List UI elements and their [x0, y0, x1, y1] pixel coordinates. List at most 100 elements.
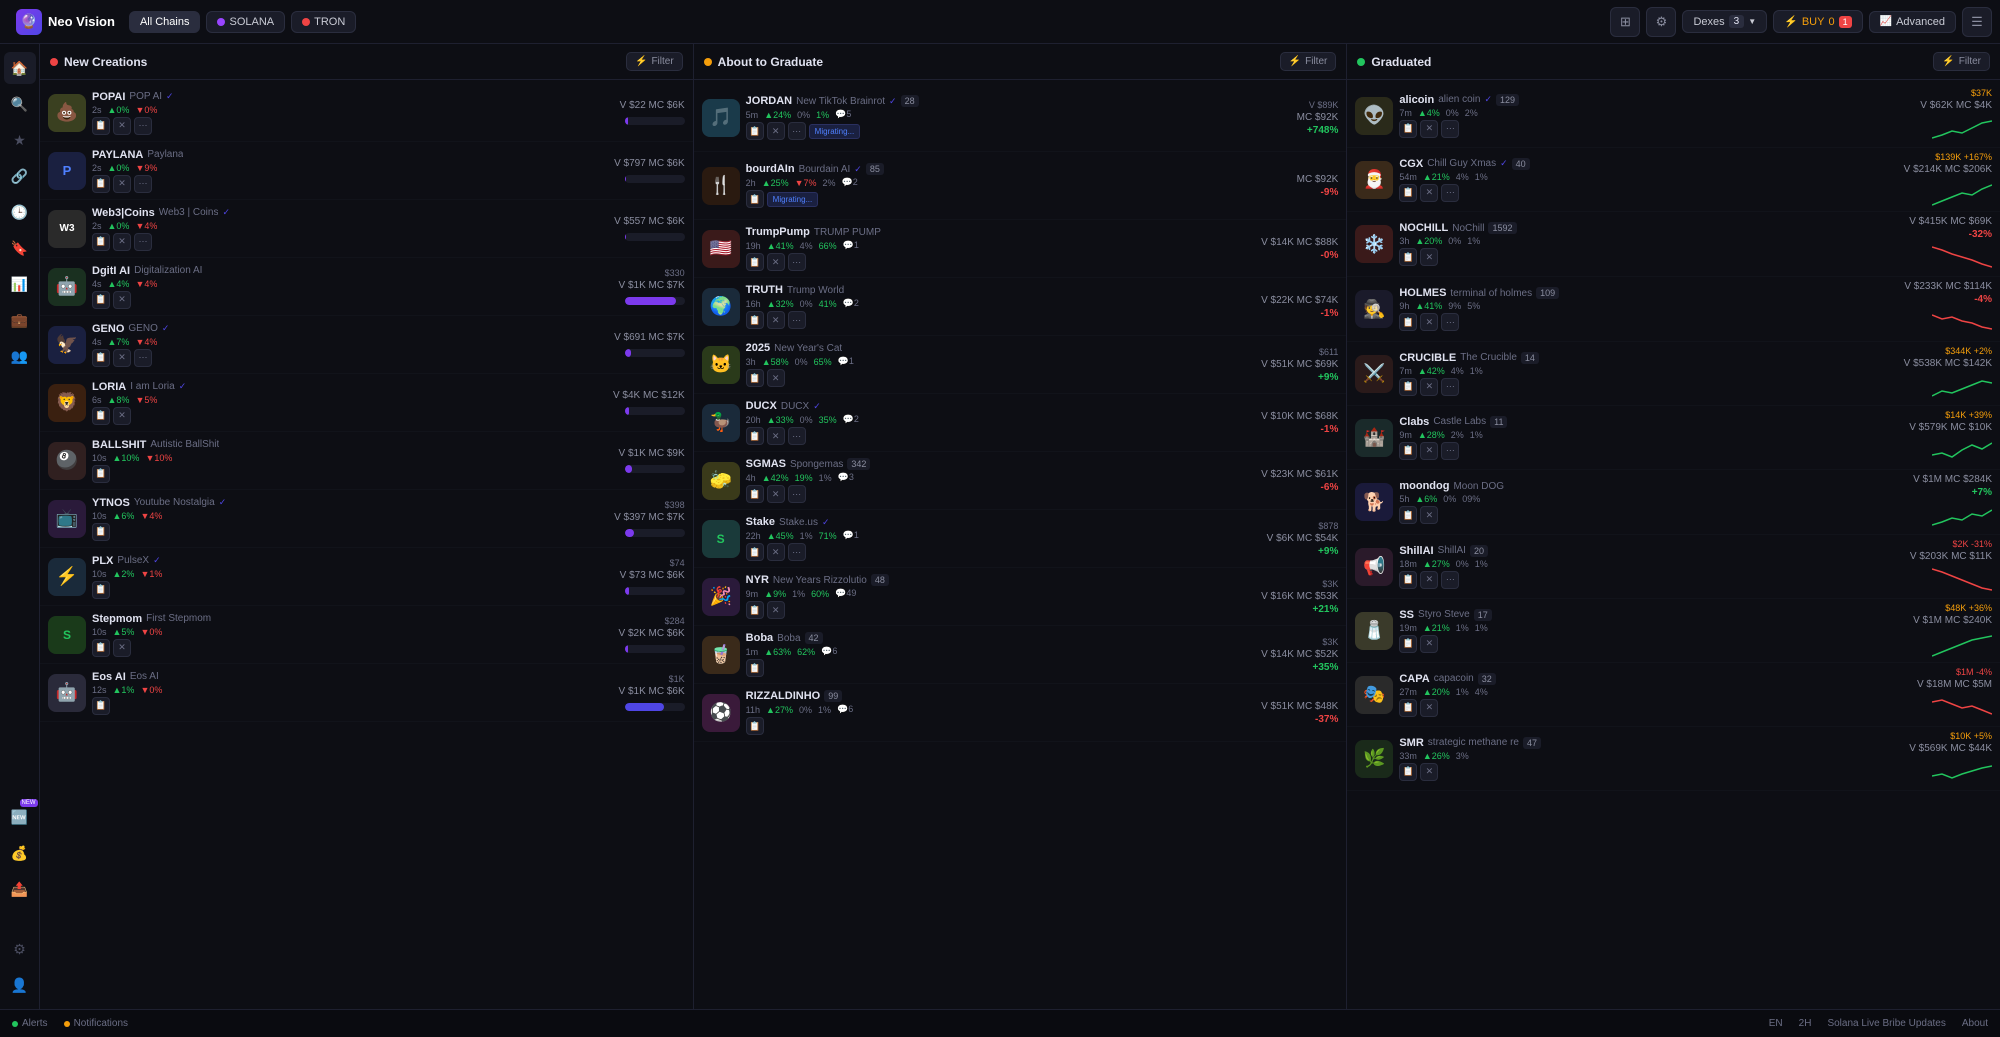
x-btn-moondog[interactable]: ✕ [1420, 506, 1438, 524]
copy-btn-moondog[interactable]: 📋 [1399, 506, 1417, 524]
token-row-ducx[interactable]: 🦆 DUCX DUCX ✓ 20h ▲33% 0% 35% 💬2 [694, 394, 1347, 452]
x-btn-truth[interactable]: ✕ [767, 311, 785, 329]
copy-btn-boba[interactable]: 📋 [746, 659, 764, 677]
x-btn-capa[interactable]: ✕ [1420, 699, 1438, 717]
more-btn-cgx[interactable]: ⋯ [1441, 184, 1459, 202]
chart-icon-btn[interactable]: ⊞ [1610, 7, 1640, 37]
copy-btn-smr[interactable]: 📋 [1399, 763, 1417, 781]
token-row-ss[interactable]: 🧂 SS Styro Steve 17 19m ▲21% 1% 1% [1347, 599, 2000, 663]
advanced-button[interactable]: 📈 Advanced [1869, 11, 1956, 33]
copy-btn-nyr[interactable]: 📋 [746, 601, 764, 619]
token-row-rizzaldinho[interactable]: ⚽ RIZZALDINHO 99 11h ▲27% 0% 1% 💬6 [694, 684, 1347, 742]
copy-btn-truth[interactable]: 📋 [746, 311, 764, 329]
token-row-paylana[interactable]: P PAYLANA Paylana 2s ▲0% ▼9% 📋 [40, 142, 693, 200]
x-btn-loria[interactable]: ✕ [113, 407, 131, 425]
token-row-stepmom[interactable]: S Stepmom First Stepmom 10s ▲5% ▼0% 📋 [40, 606, 693, 664]
token-row-stake[interactable]: S Stake Stake.us ✓ 22h ▲45% 1% 71% 💬1 [694, 510, 1347, 568]
sidebar-home[interactable]: 🏠 [4, 52, 36, 84]
x-btn-geno[interactable]: ✕ [113, 349, 131, 367]
about-item[interactable]: About [1962, 1018, 1988, 1029]
x-btn-nochill[interactable]: ✕ [1420, 248, 1438, 266]
more-btn-stake[interactable]: ⋯ [788, 543, 806, 561]
copy-btn-paylana[interactable]: 📋 [92, 175, 110, 193]
more-btn-sgmas[interactable]: ⋯ [788, 485, 806, 503]
token-row-alicoin[interactable]: 👽 alicoin alien coin ✓ 129 7m ▲4% 0% [1347, 84, 2000, 148]
token-row-smr[interactable]: 🌿 SMR strategic methane re 47 33m ▲26% 3… [1347, 727, 2000, 791]
copy-btn-2025[interactable]: 📋 [746, 369, 764, 387]
more-btn-shillai[interactable]: ⋯ [1441, 571, 1459, 589]
copy-btn-jordan[interactable]: 📋 [746, 122, 764, 140]
chain-solana[interactable]: SOLANA [206, 11, 285, 33]
copy-btn-sgmas[interactable]: 📋 [746, 485, 764, 503]
token-row-web3coins[interactable]: W3 Web3|Coins Web3 | Coins ✓ 2s ▲0% ▼4% [40, 200, 693, 258]
token-row-holmes[interactable]: 🕵 HOLMES terminal of holmes 109 9h ▲41% … [1347, 277, 2000, 342]
copy-btn-ytnos[interactable]: 📋 [92, 523, 110, 541]
x-btn-nyr[interactable]: ✕ [767, 601, 785, 619]
token-row-dgitiai[interactable]: 🤖 DgitI AI Digitalization AI 4s ▲4% ▼4% [40, 258, 693, 316]
copy-btn-ballshit[interactable]: 📋 [92, 465, 110, 483]
x-btn-smr[interactable]: ✕ [1420, 763, 1438, 781]
sidebar-new[interactable]: 🆕 [4, 801, 36, 833]
x-btn-ss[interactable]: ✕ [1420, 635, 1438, 653]
token-row-bourdain[interactable]: 🍴 bourdAIn Bourdain AI ✓ 85 2h ▲25% ▼7% [694, 152, 1347, 220]
chain-all[interactable]: All Chains [129, 11, 201, 33]
token-row-loria[interactable]: 🦁 LORIA I am Loria ✓ 6s ▲8% ▼5% [40, 374, 693, 432]
sidebar-bookmark[interactable]: 🔖 [4, 232, 36, 264]
token-row-plx[interactable]: ⚡ PLX PulseX ✓ 10s ▲2% ▼1% [40, 548, 693, 606]
sidebar-history[interactable]: 🕒 [4, 196, 36, 228]
token-row-nyr[interactable]: 🎉 NYR New Years Rizzolutio 48 9m ▲9% 1% … [694, 568, 1347, 626]
sidebar-star[interactable]: ★ [4, 124, 36, 156]
settings-icon-btn[interactable]: ⚙ [1646, 7, 1676, 37]
token-row-sgmas[interactable]: 🧽 SGMAS Spongemas 342 4h ▲42% 19% 1% [694, 452, 1347, 510]
token-row-ballshit[interactable]: 🎱 BALLSHIT Autistic BallShit 10s ▲10% ▼1… [40, 432, 693, 490]
x-btn-clabs[interactable]: ✕ [1420, 442, 1438, 460]
copy-btn-bourdain[interactable]: 📋 [746, 190, 764, 208]
sidebar-earn[interactable]: 💰 [4, 837, 36, 869]
copy-btn-cgx[interactable]: 📋 [1399, 184, 1417, 202]
sidebar-settings[interactable]: ⚙ [4, 933, 36, 965]
more-btn-holmes[interactable]: ⋯ [1441, 313, 1459, 331]
notifications-item[interactable]: Notifications [64, 1018, 128, 1029]
token-row-boba[interactable]: 🧋 Boba Boba 42 1m ▲63% 62% 💬6 [694, 626, 1347, 684]
more-btn-crucible[interactable]: ⋯ [1441, 378, 1459, 396]
copy-btn-geno[interactable]: 📋 [92, 349, 110, 367]
token-row-geno[interactable]: 🦅 GENO GENO ✓ 4s ▲7% ▼4% [40, 316, 693, 374]
x-btn-jordan[interactable]: ✕ [767, 122, 785, 140]
new-creations-filter[interactable]: ⚡ Filter [626, 52, 683, 71]
x-btn-crucible[interactable]: ✕ [1420, 378, 1438, 396]
copy-btn-dgitiai[interactable]: 📋 [92, 291, 110, 309]
more-btn-trumppump[interactable]: ⋯ [788, 253, 806, 271]
more-btn-jordan[interactable]: ⋯ [788, 122, 806, 140]
copy-btn-plx[interactable]: 📋 [92, 581, 110, 599]
x-btn-cgx[interactable]: ✕ [1420, 184, 1438, 202]
copy-btn-popai[interactable]: 📋 [92, 117, 110, 135]
token-row-nochill[interactable]: ❄️ NOCHILL NoChill 1592 3h ▲20% 0% 1% [1347, 212, 2000, 277]
token-row-ytnos[interactable]: 📺 YTNOS Youtube Nostalgia ✓ 10s ▲6% ▼4% [40, 490, 693, 548]
chain-tron[interactable]: TRON [291, 11, 356, 33]
copy-btn-ss[interactable]: 📋 [1399, 635, 1417, 653]
x-btn-ducx[interactable]: ✕ [767, 427, 785, 445]
copy-btn-shillai[interactable]: 📋 [1399, 571, 1417, 589]
sidebar-link[interactable]: 🔗 [4, 160, 36, 192]
copy-btn-ducx[interactable]: 📋 [746, 427, 764, 445]
x-btn-alicoin[interactable]: ✕ [1420, 120, 1438, 138]
token-row-capa[interactable]: 🎭 CAPA capacoin 32 27m ▲20% 1% 4% [1347, 663, 2000, 727]
copy-btn-alicoin[interactable]: 📋 [1399, 120, 1417, 138]
token-row-jordan[interactable]: 🎵 JORDAN New TikTok Brainrot ✓ 28 5m ▲24… [694, 84, 1347, 152]
x-btn-stepmom[interactable]: ✕ [113, 639, 131, 657]
x-btn-stake[interactable]: ✕ [767, 543, 785, 561]
token-row-trumppump[interactable]: 🇺🇸 TrumpPump TRUMP PUMP 19h ▲41% 4% 66% … [694, 220, 1347, 278]
more-btn-popai[interactable]: ⋯ [134, 117, 152, 135]
about-to-graduate-filter[interactable]: ⚡ Filter [1280, 52, 1337, 71]
token-row-crucible[interactable]: ⚔️ CRUCIBLE The Crucible 14 7m ▲42% 4% 1… [1347, 342, 2000, 406]
sidebar-search[interactable]: 🔍 [4, 88, 36, 120]
x-btn-trumppump[interactable]: ✕ [767, 253, 785, 271]
copy-btn-loria[interactable]: 📋 [92, 407, 110, 425]
x-btn-popai[interactable]: ✕ [113, 117, 131, 135]
sidebar-share[interactable]: 📤 [4, 873, 36, 905]
x-btn-web3coins[interactable]: ✕ [113, 233, 131, 251]
more-btn-geno[interactable]: ⋯ [134, 349, 152, 367]
copy-btn-nochill[interactable]: 📋 [1399, 248, 1417, 266]
copy-btn-holmes[interactable]: 📋 [1399, 313, 1417, 331]
copy-btn-rizzaldinho[interactable]: 📋 [746, 717, 764, 735]
